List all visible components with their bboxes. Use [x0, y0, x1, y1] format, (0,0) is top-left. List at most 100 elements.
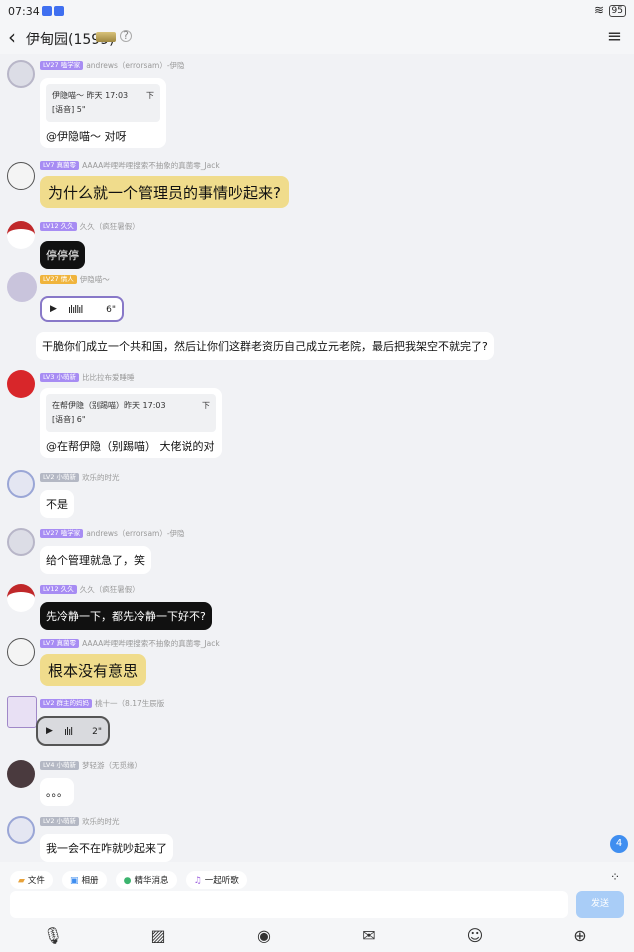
- star-icon: ●: [123, 876, 132, 886]
- message-bubble[interactable]: 在帮伊隐（别踢喵）昨天 17:03 [语音] 6" 下 @在帮伊隐（别踢喵） 大…: [40, 388, 222, 458]
- sender-name[interactable]: andrews（errorsam）-伊隐: [86, 529, 184, 538]
- chip-label: 相册: [81, 876, 99, 886]
- message-bubble[interactable]: 我一会不在咋就吵起来了: [40, 834, 173, 862]
- message-bubble[interactable]: 停停停: [40, 241, 85, 269]
- input-area: ▰ 文件 ▣ 相册 ● 精华消息 ♫ 一起听歌 ⁘ 发送 🎙 ▨ ◉ ✉ ☺ ⊕: [0, 862, 634, 952]
- message-input[interactable]: [10, 891, 568, 918]
- avatar[interactable]: [7, 760, 35, 788]
- sender-meta: LV27 嗑学家 andrews（errorsam）-伊隐: [40, 528, 185, 539]
- send-button[interactable]: 发送: [576, 891, 624, 918]
- battery-indicator: 95: [608, 5, 626, 17]
- message-bubble[interactable]: 。。。: [40, 778, 74, 806]
- quoted-message[interactable]: 伊隐喵～ 昨天 17:03 [语音] 5" 下: [46, 84, 160, 122]
- avatar[interactable]: [7, 528, 35, 556]
- chip-album[interactable]: ▣ 相册: [62, 871, 107, 889]
- waveform-icon: ılıllıl: [68, 303, 83, 316]
- voice-message[interactable]: ▶ ılıl 2": [36, 716, 110, 746]
- level-badge: LV2 小萌新: [40, 473, 80, 482]
- unread-count-badge[interactable]: 4: [610, 835, 628, 853]
- message-bubble[interactable]: 不是: [40, 490, 74, 518]
- sender-meta: LV7 真菌零 AAAA哔哩哔哩搜索不抽象的真菌零_Jack: [40, 638, 220, 649]
- quote-expand-icon[interactable]: 下: [202, 399, 210, 413]
- level-badge: LV2 群主的妈妈: [40, 699, 93, 708]
- sender-name[interactable]: andrews（errorsam）-伊隐: [86, 61, 184, 70]
- level-badge: LV7 真菌零: [40, 639, 80, 648]
- sender-name[interactable]: 桃十一（8.17生辰版: [95, 699, 164, 708]
- gift-icon[interactable]: ✉: [357, 924, 381, 948]
- level-badge: LV27 嗑学家: [40, 529, 84, 538]
- chip-listen-together[interactable]: ♫ 一起听歌: [185, 871, 247, 889]
- message-text: 我一会不在咋就吵起来了: [46, 842, 167, 855]
- level-badge: LV27 嗑学家: [40, 61, 84, 70]
- avatar[interactable]: [7, 162, 35, 190]
- message-text: 。。。: [46, 786, 68, 799]
- status-time: 07:34: [8, 5, 40, 18]
- sender-meta: LV2 群主的妈妈 桃十一（8.17生辰版: [40, 698, 164, 709]
- quote-expand-icon[interactable]: 下: [146, 89, 154, 103]
- quick-actions: ▰ 文件 ▣ 相册 ● 精华消息 ♫ 一起听歌: [10, 868, 251, 889]
- play-icon[interactable]: ▶: [46, 726, 53, 736]
- voice-duration: 2": [92, 727, 102, 737]
- level-badge: LV12 久久: [40, 222, 77, 231]
- chip-label: 文件: [27, 876, 45, 886]
- quote-content: [语音] 5": [52, 105, 86, 114]
- avatar[interactable]: [7, 272, 37, 302]
- voice-message[interactable]: ▶ ılıllıl 6": [40, 296, 124, 322]
- chip-file[interactable]: ▰ 文件: [10, 871, 53, 889]
- message-text: 停停停: [46, 249, 79, 262]
- emoji-icon[interactable]: ☺: [463, 924, 487, 948]
- message-bubble[interactable]: 干脆你们成立一个共和国，然后让你们这群老资历自己成立元老院，最后把我架空不就完了…: [36, 332, 494, 360]
- message-text: 为什么就一个管理员的事情吵起来?: [48, 184, 281, 202]
- sender-meta: LV7 真菌零 AAAA哔哩哔哩搜索不抽象的真菌零_Jack: [40, 160, 220, 171]
- chip-essence[interactable]: ● 精华消息: [115, 871, 177, 889]
- microphone-icon[interactable]: 🎙: [41, 924, 65, 948]
- image-icon: ▣: [70, 876, 79, 886]
- message-text: 干脆你们成立一个共和国，然后让你们这群老资历自己成立元老院，最后把我架空不就完了…: [42, 340, 488, 353]
- message-bubble[interactable]: 给个管理就急了，笑: [40, 546, 151, 574]
- sender-meta: LV12 久久 久久（疯狂暑假）: [40, 584, 140, 595]
- message-bubble[interactable]: 先冷静一下，都先冷静一下好不?: [40, 602, 212, 630]
- app-notification-icon: [42, 6, 52, 16]
- help-icon[interactable]: ?: [120, 30, 132, 42]
- sender-name[interactable]: 欢乐的时光: [82, 817, 120, 826]
- chip-label: 精华消息: [134, 876, 169, 886]
- quoted-message[interactable]: 在帮伊隐（别踢喵）昨天 17:03 [语音] 6" 下: [46, 394, 216, 432]
- image-icon[interactable]: ▨: [146, 924, 170, 948]
- sender-meta: LV27 情人 伊隐喵～: [40, 274, 110, 285]
- avatar[interactable]: [7, 221, 35, 249]
- sender-name[interactable]: 欢乐的时光: [82, 473, 120, 482]
- quote-title: 伊隐喵～ 昨天 17:03: [52, 91, 129, 100]
- avatar[interactable]: [7, 584, 35, 612]
- avatar[interactable]: [7, 696, 37, 728]
- status-bar: 07:34 ≋ 95: [0, 0, 634, 22]
- waveform-icon: ılıl: [64, 725, 73, 738]
- chevron-left-icon[interactable]: ‹: [8, 25, 16, 49]
- message-text: 不是: [46, 498, 68, 511]
- avatar[interactable]: [7, 470, 35, 498]
- chip-label: 一起听歌: [204, 876, 239, 886]
- sender-name[interactable]: AAAA哔哩哔哩搜索不抽象的真菌零_Jack: [82, 639, 220, 648]
- sender-meta: LV4 小萌新 梦轻游（无觅缘）: [40, 760, 142, 771]
- avatar[interactable]: [7, 370, 35, 398]
- play-icon[interactable]: ▶: [50, 304, 57, 314]
- grid-icon[interactable]: ⁘: [610, 870, 620, 884]
- sender-meta: LV2 小萌新 欢乐的时光: [40, 472, 120, 483]
- sender-name[interactable]: 梦轻游（无觅缘）: [82, 761, 142, 770]
- sender-name[interactable]: 伊隐喵～: [80, 275, 110, 284]
- sender-meta: LV12 久久 久久（疯狂暑假）: [40, 221, 140, 232]
- message-bubble[interactable]: 为什么就一个管理员的事情吵起来?: [40, 176, 289, 208]
- quote-content: [语音] 6": [52, 415, 86, 424]
- level-badge: LV2 小萌新: [40, 817, 80, 826]
- camera-icon[interactable]: ◉: [252, 924, 276, 948]
- sender-name[interactable]: 久久（疯狂暑假）: [80, 222, 140, 231]
- plus-icon[interactable]: ⊕: [568, 924, 592, 948]
- hamburger-icon[interactable]: ≡: [607, 26, 622, 47]
- avatar[interactable]: [7, 638, 35, 666]
- sender-name[interactable]: 久久（疯狂暑假）: [80, 585, 140, 594]
- sender-name[interactable]: AAAA哔哩哔哩搜索不抽象的真菌零_Jack: [82, 161, 220, 170]
- avatar[interactable]: [7, 816, 35, 844]
- avatar[interactable]: [7, 60, 35, 88]
- sender-name[interactable]: 比比拉布爱睡睡: [82, 373, 135, 382]
- message-bubble[interactable]: 根本没有意思: [40, 654, 147, 686]
- message-bubble[interactable]: 伊隐喵～ 昨天 17:03 [语音] 5" 下 @伊隐喵～ 对呀: [40, 78, 166, 148]
